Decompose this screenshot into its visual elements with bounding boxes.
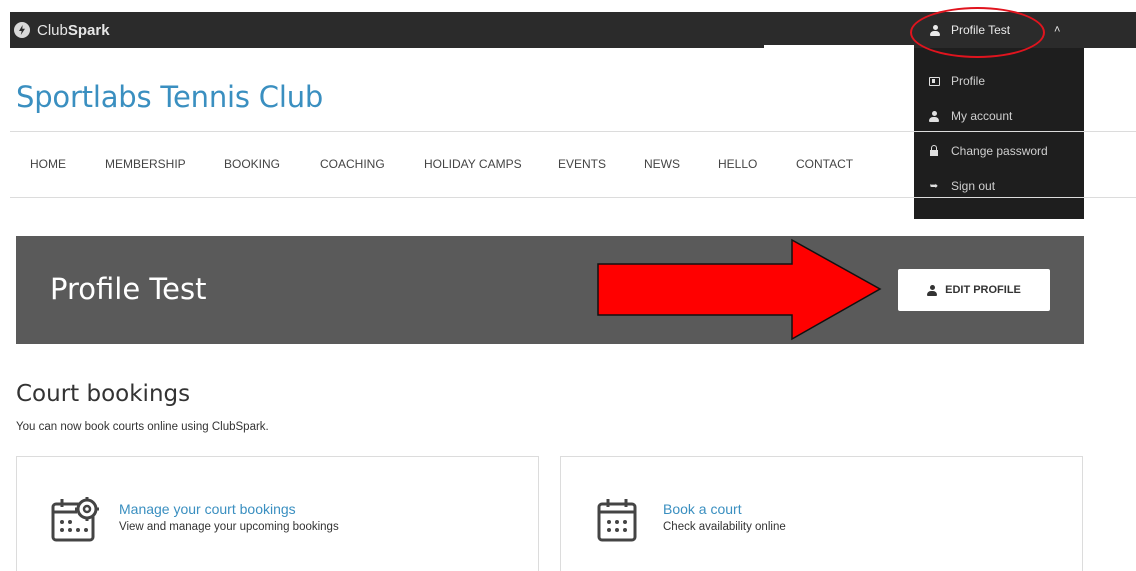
- nav-item-home[interactable]: HOME: [30, 157, 66, 171]
- card-title[interactable]: Book a court: [663, 501, 742, 517]
- menu-item-change-password[interactable]: Change password: [928, 142, 1048, 160]
- nav-item-coaching[interactable]: COACHING: [320, 157, 385, 171]
- profile-menu-name: Profile Test: [951, 23, 1011, 37]
- calendar-icon: [597, 499, 637, 542]
- menu-item-label: Change password: [951, 144, 1048, 158]
- card-description: Check availability online: [663, 521, 786, 533]
- menu-item-my-account[interactable]: My account: [928, 107, 1012, 125]
- profile-name-heading: Profile Test: [50, 272, 207, 306]
- profile-dropdown: Profile My account Change password ➥ Sig…: [914, 48, 1084, 219]
- club-name[interactable]: Sportlabs Tennis Club: [16, 80, 323, 114]
- menu-item-label: Sign out: [951, 179, 996, 193]
- nav-item-membership[interactable]: MEMBERSHIP: [105, 157, 186, 171]
- clubspark-logo-icon: [14, 22, 30, 38]
- clubspark-logo[interactable]: Club Spark: [14, 20, 110, 40]
- book-court-card[interactable]: Book a court Check availability online: [560, 456, 1083, 571]
- top-bar-strip: [764, 12, 914, 45]
- nav-item-news[interactable]: NEWS: [644, 157, 680, 171]
- nav-item-hello[interactable]: HELLO: [718, 157, 757, 171]
- edit-profile-button[interactable]: EDIT PROFILE: [898, 269, 1050, 311]
- calendar-gear-icon: [51, 497, 99, 542]
- lock-icon: [930, 145, 938, 156]
- profile-banner: Profile Test EDIT PROFILE: [16, 236, 1084, 344]
- court-bookings-subtitle: You can now book courts online using Clu…: [16, 421, 269, 433]
- sign-out-icon: ➥: [929, 180, 939, 192]
- nav-item-holiday-camps[interactable]: HOLIDAY CAMPS: [424, 157, 522, 171]
- card-description: View and manage your upcoming bookings: [119, 521, 339, 533]
- menu-item-sign-out[interactable]: ➥ Sign out: [928, 177, 995, 195]
- id-card-icon: [928, 76, 940, 86]
- divider: [10, 197, 1136, 198]
- divider: [10, 131, 1136, 132]
- user-icon: [927, 284, 938, 296]
- nav-item-events[interactable]: EVENTS: [558, 157, 606, 171]
- nav-item-contact[interactable]: CONTACT: [796, 157, 853, 171]
- top-bar: [10, 12, 764, 48]
- user-icon: [929, 110, 939, 122]
- card-title[interactable]: Manage your court bookings: [119, 501, 296, 517]
- profile-menu-toggle[interactable]: Profile Test ˄: [930, 20, 1060, 40]
- brand-bold: Spark: [67, 21, 110, 39]
- edit-profile-label: EDIT PROFILE: [945, 284, 1021, 296]
- manage-bookings-card[interactable]: Manage your court bookings View and mana…: [16, 456, 539, 571]
- menu-item-label: Profile: [951, 74, 986, 88]
- nav-item-booking[interactable]: BOOKING: [224, 157, 280, 171]
- menu-item-profile[interactable]: Profile: [928, 72, 985, 90]
- court-bookings-heading: Court bookings: [16, 381, 191, 407]
- brand-light: Club: [37, 21, 68, 39]
- menu-item-label: My account: [951, 109, 1013, 123]
- user-icon: [930, 24, 940, 36]
- chevron-up-icon: ˄: [1054, 24, 1061, 36]
